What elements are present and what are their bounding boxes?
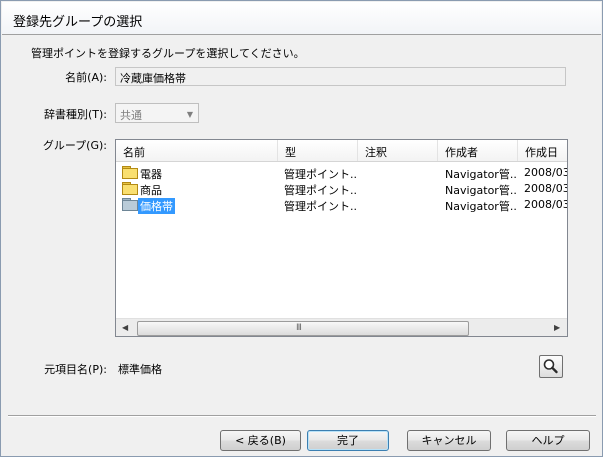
source-value: 標準価格 [118,363,162,376]
dialog-header: 登録先グループの選択 [2,2,601,35]
footer-separator [8,415,596,417]
folder-icon [122,198,138,211]
cancel-button[interactable]: キャンセル [407,430,491,451]
column-header-author[interactable]: 作成者 [438,140,518,161]
list-item-date: 2008/03. [524,198,567,211]
back-button[interactable]: < 戻る(B) [220,430,301,451]
list-item-date: 2008/03. [524,182,567,195]
dict-type-label: 辞書種別(T): [43,108,107,121]
dialog-window: 登録先グループの選択 管理ポイントを登録するグループを選択してください。 名前(… [0,0,603,457]
list-item-date: 2008/03. [524,166,567,179]
instruction-text: 管理ポイントを登録するグループを選択してください。 [31,47,305,60]
dict-type-value: 共通 [120,109,142,122]
chevron-down-icon: ▼ [186,110,193,119]
scrollbar-thumb[interactable]: III [137,321,469,336]
magnifier-icon [543,359,558,374]
column-header-name[interactable]: 名前 [116,140,278,161]
help-button[interactable]: ヘルプ [506,430,590,451]
scroll-right-icon[interactable]: ▶ [554,323,560,332]
column-header-note[interactable]: 注釈 [358,140,438,161]
group-list[interactable]: 名前 型 注釈 作成者 作成日 電器 管理ポイント... Navigator管.… [115,139,568,337]
scroll-left-icon[interactable]: ◀ [122,323,128,332]
dialog-title: 登録先グループの選択 [13,15,143,30]
folder-icon [122,182,138,195]
list-item-name: 価格帯 [138,198,175,214]
list-item-type: 管理ポイント... [284,200,356,213]
group-list-header: 名前 型 注釈 作成者 作成日 [116,140,567,162]
group-label: グループ(G): [42,139,107,152]
horizontal-scrollbar[interactable]: ◀ III ▶ [116,318,567,336]
list-item-kakakutai-selected[interactable]: 価格帯 管理ポイント... Navigator管... 2008/03. [116,196,567,214]
name-field[interactable]: 冷蔵庫価格帯 [115,67,566,86]
finish-button[interactable]: 完了 [307,430,389,451]
list-item-author: Navigator管... [445,200,517,213]
search-button[interactable] [539,355,563,378]
name-label: 名前(A): [65,71,107,84]
source-label: 元項目名(P): [44,363,107,376]
folder-icon [122,166,138,179]
scrollbar-grip: III [296,323,302,333]
list-item-denki[interactable]: 電器 管理ポイント... Navigator管... 2008/03. [116,164,567,181]
column-header-type[interactable]: 型 [278,140,358,161]
list-item-shouhin[interactable]: 商品 管理ポイント... Navigator管... 2008/03. [116,180,567,197]
dict-type-select[interactable]: 共通 ▼ [115,103,199,123]
column-header-date[interactable]: 作成日 [518,140,567,161]
